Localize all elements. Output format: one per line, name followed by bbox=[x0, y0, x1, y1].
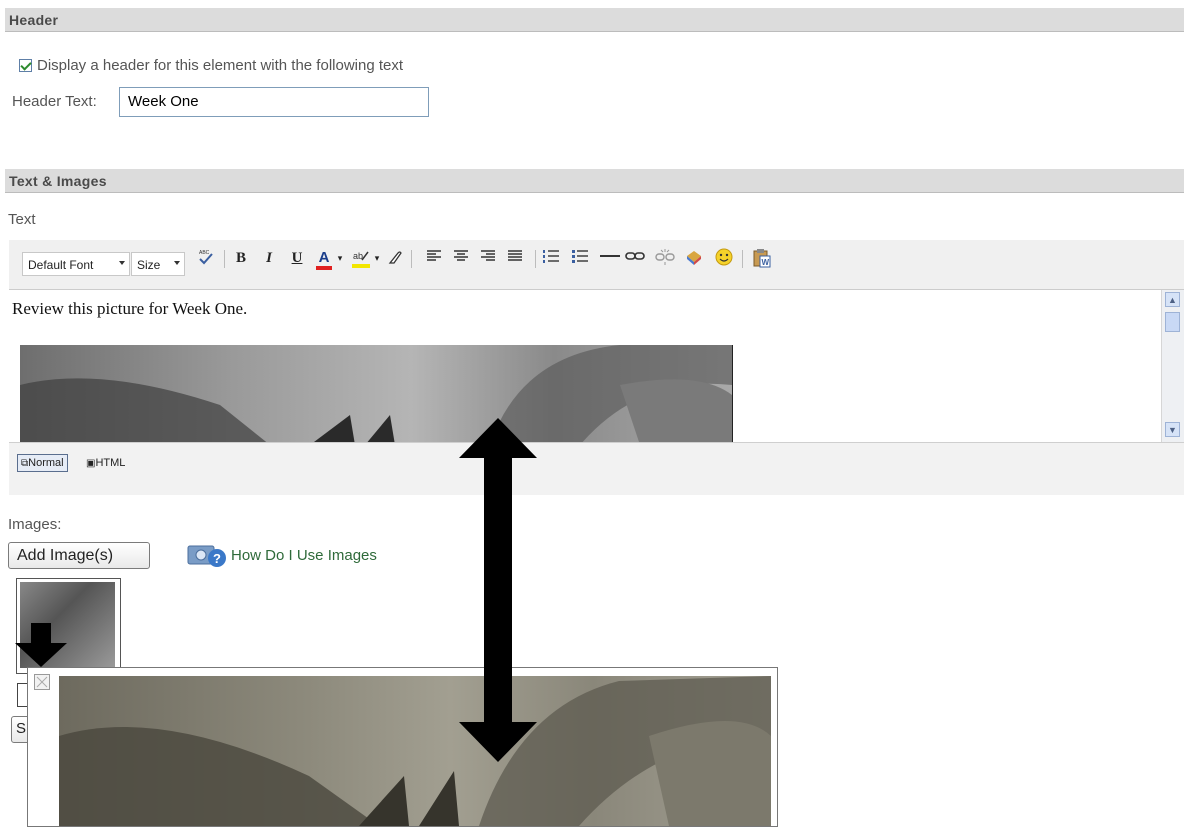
scroll-thumb[interactable] bbox=[1165, 312, 1180, 332]
double-arrow-annotation bbox=[458, 418, 538, 767]
eraser-icon[interactable] bbox=[385, 248, 403, 268]
editor-content-area[interactable]: Review this picture for Week One. bbox=[9, 290, 1161, 442]
down-arrow-annotation bbox=[15, 623, 67, 672]
add-images-button[interactable]: Add Image(s) bbox=[8, 542, 150, 569]
font-select-value: Default Font bbox=[28, 258, 94, 272]
editor-text: Review this picture for Week One. bbox=[12, 299, 248, 318]
preview-horse-image bbox=[59, 676, 771, 826]
align-center-icon[interactable] bbox=[452, 248, 470, 268]
html-mode-label: HTML bbox=[95, 457, 126, 469]
html-mode-button[interactable]: ▣HTML bbox=[83, 455, 128, 471]
text-label: Text bbox=[8, 211, 36, 228]
toolbar-separator bbox=[535, 250, 536, 268]
camera-help-icon[interactable]: ? bbox=[186, 542, 228, 573]
broken-image-icon bbox=[34, 674, 50, 690]
size-select-value: Size bbox=[137, 258, 161, 272]
header-text-input[interactable]: Week One bbox=[119, 87, 429, 117]
font-color-button[interactable]: A bbox=[313, 248, 335, 270]
unordered-list-icon[interactable] bbox=[570, 248, 590, 268]
remove-link-icon[interactable] bbox=[654, 248, 676, 268]
header-text-label: Header Text: bbox=[12, 93, 97, 110]
image-preview-popup bbox=[27, 667, 778, 827]
italic-button[interactable]: I bbox=[261, 248, 277, 268]
align-justify-icon[interactable] bbox=[506, 248, 524, 268]
images-label: Images: bbox=[8, 516, 62, 533]
chevron-down-icon[interactable]: ▾ bbox=[337, 248, 343, 268]
align-right-icon[interactable] bbox=[479, 248, 497, 268]
how-use-images-link[interactable]: How Do I Use Images bbox=[231, 547, 377, 564]
highlight-color-icon[interactable]: ab bbox=[349, 248, 373, 268]
size-select[interactable]: Size bbox=[131, 252, 185, 276]
text-images-section-title: Text & Images bbox=[9, 173, 107, 189]
normal-mode-label: Normal bbox=[28, 457, 64, 469]
header-section-bar: Header bbox=[5, 8, 1184, 32]
chevron-down-icon bbox=[119, 261, 125, 265]
chevron-down-icon bbox=[174, 261, 180, 265]
underline-button[interactable]: U bbox=[289, 248, 305, 268]
spellcheck-icon[interactable]: ABC bbox=[197, 248, 215, 268]
editor-toolbar bbox=[9, 240, 1184, 290]
align-left-icon[interactable] bbox=[425, 248, 443, 268]
toolbar-separator bbox=[411, 250, 412, 268]
toolbar-separator bbox=[224, 250, 225, 268]
svg-text:?: ? bbox=[213, 551, 221, 566]
font-color-label: A bbox=[318, 249, 330, 266]
normal-mode-button[interactable]: ⧉Normal bbox=[17, 454, 68, 472]
svg-text:W: W bbox=[762, 258, 770, 267]
editor-mode-bar bbox=[9, 442, 1184, 495]
svg-text:ABC: ABC bbox=[199, 250, 210, 256]
ordered-list-icon[interactable] bbox=[541, 248, 561, 268]
editor-scrollbar[interactable]: ▲ ▼ bbox=[1161, 290, 1184, 442]
emoticon-icon[interactable] bbox=[713, 248, 735, 268]
scroll-up-icon[interactable]: ▲ bbox=[1165, 292, 1180, 307]
bold-button[interactable]: B bbox=[233, 248, 249, 268]
insert-image-icon[interactable] bbox=[683, 248, 705, 268]
horizontal-rule-icon[interactable] bbox=[598, 248, 622, 268]
editor-horse-image[interactable] bbox=[20, 345, 733, 442]
chevron-down-icon[interactable]: ▾ bbox=[374, 248, 380, 268]
header-section-title: Header bbox=[9, 12, 59, 28]
insert-link-icon[interactable] bbox=[624, 248, 646, 268]
toolbar-separator bbox=[742, 250, 743, 268]
scroll-down-icon[interactable]: ▼ bbox=[1165, 422, 1180, 437]
text-images-section-bar: Text & Images bbox=[5, 169, 1184, 193]
display-header-checkbox[interactable] bbox=[19, 59, 32, 72]
paste-from-word-icon[interactable]: W bbox=[751, 248, 773, 268]
font-select[interactable]: Default Font bbox=[22, 252, 130, 276]
display-header-label: Display a header for this element with t… bbox=[37, 57, 404, 74]
